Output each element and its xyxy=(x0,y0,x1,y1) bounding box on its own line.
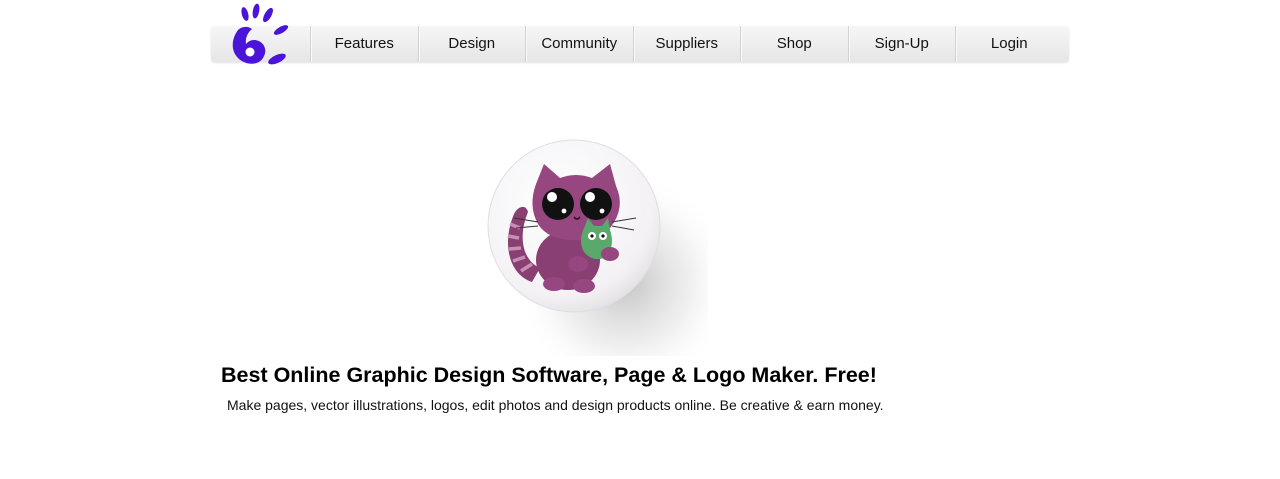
nav-item-login[interactable]: Login xyxy=(955,26,1063,62)
handprint-logo-icon[interactable] xyxy=(228,2,294,72)
page-subheadline: Make pages, vector illustrations, logos,… xyxy=(227,397,884,413)
cat-pin-button-image xyxy=(487,139,708,356)
nav-menu: Features Design Community Suppliers Shop… xyxy=(310,26,1063,62)
top-navigation-bar: Features Design Community Suppliers Shop… xyxy=(211,26,1069,62)
nav-item-sign-up[interactable]: Sign-Up xyxy=(847,26,956,62)
nav-item-suppliers[interactable]: Suppliers xyxy=(632,26,741,62)
nav-item-features[interactable]: Features xyxy=(310,26,418,62)
nav-item-community[interactable]: Community xyxy=(525,26,633,62)
nav-item-design[interactable]: Design xyxy=(417,26,526,62)
page-headline: Best Online Graphic Design Software, Pag… xyxy=(221,363,877,387)
nav-item-shop[interactable]: Shop xyxy=(740,26,848,62)
page: Features Design Community Suppliers Shop… xyxy=(0,0,1280,479)
